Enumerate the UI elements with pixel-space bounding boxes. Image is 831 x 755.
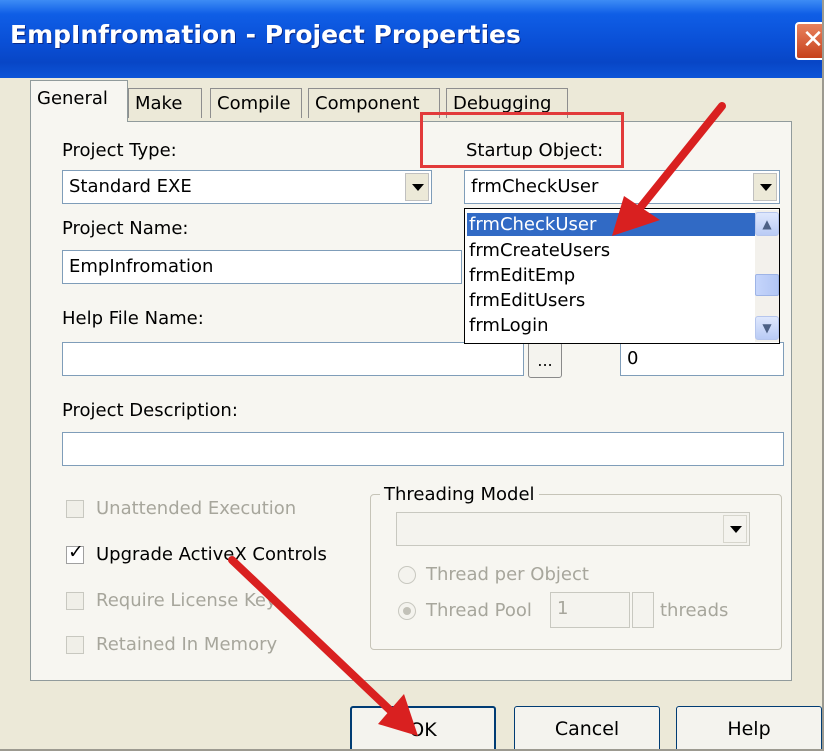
thread-pool-label: Thread Pool — [426, 600, 532, 621]
scroll-up-icon[interactable]: ▲ — [755, 212, 779, 236]
project-name-input[interactable]: EmpInfromation — [62, 250, 462, 284]
project-properties-dialog: EmpInfromation - Project Properties ✕ Ge… — [0, 0, 824, 751]
thread-per-object-label: Thread per Object — [426, 564, 589, 585]
retained-in-memory-checkbox — [66, 636, 84, 654]
unattended-execution-checkbox — [66, 500, 84, 518]
tab-general[interactable]: General — [30, 80, 128, 122]
thread-pool-radio — [398, 602, 416, 620]
retained-in-memory-label: Retained In Memory — [96, 634, 278, 655]
help-context-id-input[interactable]: 0 — [620, 342, 784, 376]
unattended-execution-label: Unattended Execution — [96, 498, 297, 519]
project-description-label: Project Description: — [62, 400, 238, 421]
threading-dropdown-button — [723, 515, 747, 543]
thread-pool-count-input: 1 — [550, 592, 630, 628]
window-title: EmpInfromation - Project Properties — [10, 20, 521, 49]
threading-model-combo — [396, 512, 750, 546]
tab-strip: General Make Compile Component Debugging — [0, 78, 822, 122]
annotation-highlight-box — [420, 112, 624, 168]
tab-compile[interactable]: Compile — [210, 88, 302, 118]
dropdown-option-frmeditemp[interactable]: frmEditEmp — [467, 264, 757, 287]
threading-model-label: Threading Model — [380, 484, 539, 505]
startup-object-dropdown-button[interactable] — [753, 173, 777, 201]
cancel-button[interactable]: Cancel — [514, 706, 660, 749]
upgrade-activex-checkbox[interactable]: ✓ — [66, 541, 84, 564]
thread-per-object-radio — [398, 566, 416, 584]
upgrade-activex-label[interactable]: Upgrade ActiveX Controls — [96, 544, 327, 565]
startup-object-value: frmCheckUser — [471, 176, 599, 197]
close-button[interactable]: ✕ — [795, 22, 822, 60]
dropdown-scrollbar[interactable]: ▲ ▼ — [755, 210, 779, 342]
project-type-combo[interactable]: Standard EXE — [62, 170, 432, 204]
project-description-input[interactable] — [62, 432, 784, 466]
require-license-key-checkbox — [66, 592, 84, 610]
help-file-name-label: Help File Name: — [62, 308, 204, 329]
thread-pool-spinner — [632, 592, 654, 628]
title-bar[interactable]: EmpInfromation - Project Properties ✕ — [0, 0, 822, 78]
dropdown-option-frmeditusers[interactable]: frmEditUsers — [467, 289, 757, 312]
dropdown-option-frmcheckuser[interactable]: frmCheckUser — [467, 213, 757, 236]
scroll-down-icon[interactable]: ▼ — [755, 316, 779, 340]
scroll-thumb[interactable] — [755, 274, 779, 296]
require-license-key-label: Require License Key — [96, 590, 277, 611]
startup-object-dropdown-list[interactable]: frmCheckUser frmCreateUsers frmEditEmp f… — [464, 208, 780, 344]
threads-label: threads — [660, 600, 729, 621]
project-type-value: Standard EXE — [69, 176, 192, 197]
tab-make[interactable]: Make — [128, 88, 202, 118]
startup-object-combo[interactable]: frmCheckUser — [464, 170, 780, 204]
dropdown-option-frmcreateusers[interactable]: frmCreateUsers — [467, 239, 757, 262]
project-type-dropdown-button[interactable] — [405, 173, 429, 201]
help-button[interactable]: Help — [676, 706, 822, 749]
dropdown-option-frmlogin[interactable]: frmLogin — [467, 314, 757, 337]
project-name-label: Project Name: — [62, 218, 189, 239]
project-type-label: Project Type: — [62, 140, 177, 161]
help-file-name-input[interactable] — [62, 342, 524, 376]
browse-help-file-button[interactable]: ... — [528, 342, 562, 378]
ok-button[interactable]: OK — [350, 706, 496, 749]
checkmark-icon: ✓ — [68, 541, 84, 563]
